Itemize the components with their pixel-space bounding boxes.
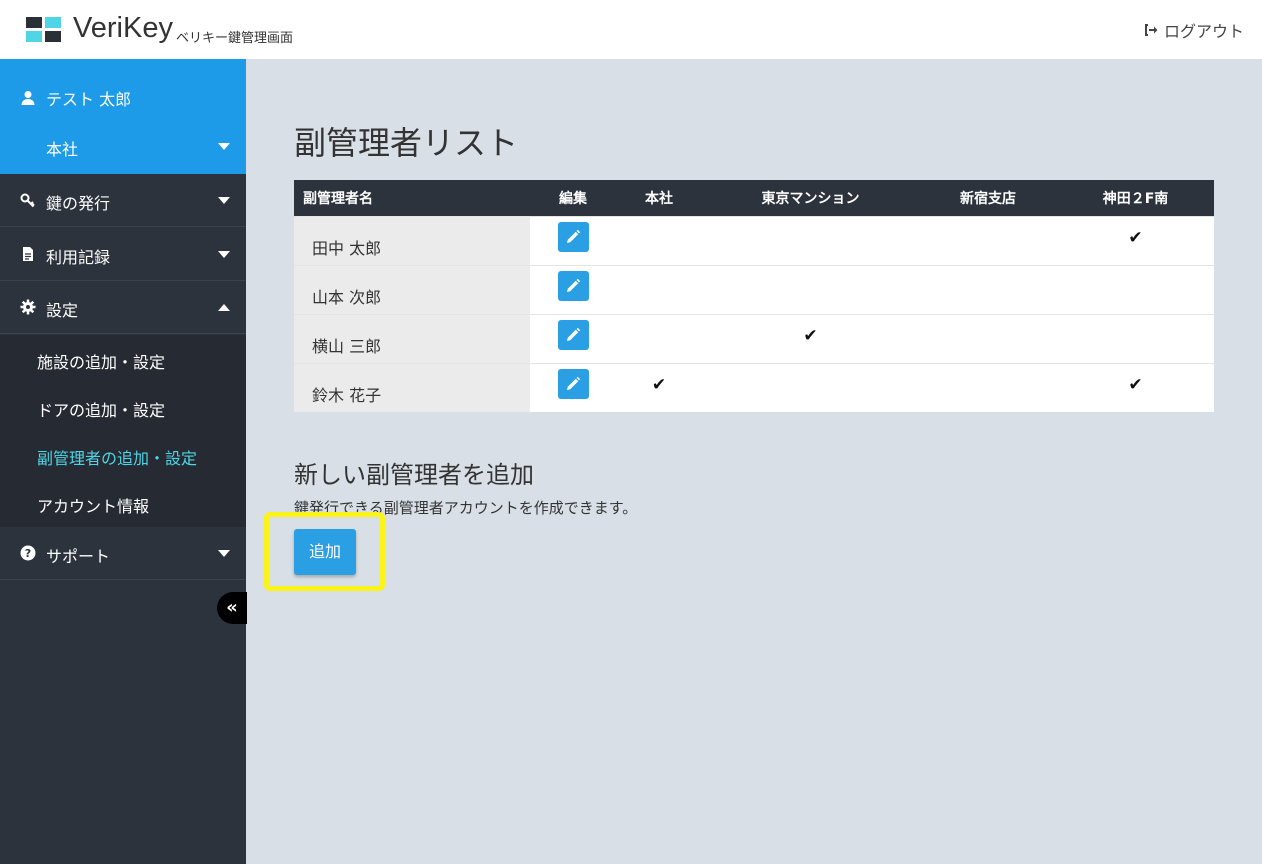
permission-cell: [919, 362, 1057, 412]
chevron-down-icon[interactable]: [218, 143, 230, 150]
edit-cell: [530, 313, 616, 363]
permission-cell: [702, 264, 919, 314]
sidebar-item-settings[interactable]: 設定: [0, 281, 246, 334]
table-row: 田中 太郎 ✔: [294, 215, 1214, 265]
pencil-icon: [565, 278, 581, 298]
permission-cell: [702, 215, 919, 265]
brand-subtitle: ベリキー鍵管理画面: [176, 31, 294, 46]
edit-button[interactable]: [557, 368, 589, 399]
edit-button[interactable]: [557, 319, 589, 350]
permission-cell: [616, 313, 702, 363]
permission-cell: ✔: [616, 362, 702, 412]
edit-button[interactable]: [557, 221, 589, 252]
user-name[interactable]: テスト 太郎: [20, 86, 131, 110]
submenu-sub-admin-settings[interactable]: 副管理者の追加・設定: [37, 445, 197, 469]
permission-cell: ✔: [702, 313, 919, 363]
sign-out-icon: [1144, 24, 1158, 36]
check-icon: ✔: [651, 374, 667, 395]
sub-admin-name: 鈴木 花子: [294, 362, 530, 412]
question-icon: ?: [20, 545, 36, 561]
check-icon: ✔: [803, 325, 818, 346]
add-section-title: 新しい副管理者を追加: [294, 461, 534, 489]
column-header: 新宿支店: [919, 180, 1057, 216]
check-icon: ✔: [1128, 374, 1143, 395]
pencil-icon: [565, 327, 581, 347]
edit-cell: [530, 215, 616, 265]
chevron-down-icon: [218, 550, 230, 557]
edit-button[interactable]: [557, 270, 589, 301]
svg-text:?: ?: [25, 547, 31, 560]
permission-cell: [616, 215, 702, 265]
column-header: 編集: [530, 180, 616, 216]
sub-admin-name: 田中 太郎: [294, 215, 530, 265]
chevron-down-icon: [218, 251, 230, 258]
user-name-label: テスト 太郎: [46, 90, 132, 109]
submenu-facility-settings[interactable]: 施設の追加・設定: [37, 349, 165, 373]
table-header-row: 副管理者名 編集 本社 東京マンション 新宿支店 神田２F南: [294, 180, 1214, 216]
table-row: 鈴木 花子 ✔ ✔: [294, 362, 1214, 412]
permission-cell: [616, 264, 702, 314]
sidebar-item-key-issue[interactable]: 鍵の発行: [0, 174, 246, 227]
sub-admin-name: 横山 三郎: [294, 313, 530, 363]
sidebar-item-usage-log[interactable]: 利用記録: [0, 228, 246, 281]
chevron-up-icon: [218, 304, 230, 311]
sidebar-item-label: 鍵の発行: [46, 194, 111, 213]
edit-cell: [530, 362, 616, 412]
user-block: テスト 太郎 本社: [0, 59, 246, 174]
permission-cell: [1057, 313, 1214, 363]
user-icon: [21, 91, 35, 105]
add-sub-admin-button[interactable]: 追加: [294, 529, 356, 575]
permission-cell: [919, 264, 1057, 314]
settings-submenu: 施設の追加・設定 ドアの追加・設定 副管理者の追加・設定 アカウント情報: [0, 335, 246, 527]
permission-cell: [919, 313, 1057, 363]
top-header: VeriKey ベリキー鍵管理画面 ログアウト: [0, 0, 1262, 59]
chevron-down-icon: [218, 197, 230, 204]
submenu-door-settings[interactable]: ドアの追加・設定: [37, 397, 165, 421]
pencil-icon: [565, 229, 581, 249]
edit-cell: [530, 264, 616, 314]
table-row: 横山 三郎 ✔: [294, 313, 1214, 363]
permission-cell: [919, 215, 1057, 265]
document-icon: [23, 247, 33, 261]
submenu-account-info[interactable]: アカウント情報: [37, 493, 149, 517]
sub-admin-name: 山本 次郎: [294, 264, 530, 314]
column-header: 神田２F南: [1057, 180, 1214, 216]
logout-link[interactable]: ログアウト: [1142, 18, 1244, 42]
sidebar-item-label: 利用記録: [46, 248, 111, 267]
sidebar: テスト 太郎 本社 鍵の発行 利用記録 設定 施設の追加・設定 ドアの追加・設定…: [0, 59, 247, 864]
key-icon: [20, 193, 35, 208]
column-header: 本社: [616, 180, 702, 216]
check-icon: ✔: [1128, 227, 1143, 248]
page-title: 副管理者リスト: [294, 124, 519, 162]
gear-icon: [20, 299, 36, 315]
collapse-sidebar-button[interactable]: «: [217, 592, 247, 624]
verikey-logo: [26, 17, 62, 42]
brand-name: VeriKey: [73, 12, 173, 44]
sidebar-item-label: 設定: [46, 301, 79, 320]
table-row: 山本 次郎: [294, 264, 1214, 314]
column-header: 副管理者名: [294, 180, 530, 216]
permission-cell: [702, 362, 919, 412]
branch-select[interactable]: 本社: [46, 136, 78, 160]
column-header: 東京マンション: [702, 180, 919, 216]
permission-cell: ✔: [1057, 362, 1214, 412]
sidebar-item-label: サポート: [46, 547, 111, 566]
pencil-icon: [565, 376, 581, 396]
logout-label: ログアウト: [1163, 22, 1244, 41]
sidebar-item-support[interactable]: ? サポート: [0, 527, 246, 580]
permission-cell: [1057, 264, 1214, 314]
sub-admin-table: 副管理者名 編集 本社 東京マンション 新宿支店 神田２F南 田中 太郎 ✔ 山本 …: [294, 180, 1214, 412]
permission-cell: ✔: [1057, 215, 1214, 265]
